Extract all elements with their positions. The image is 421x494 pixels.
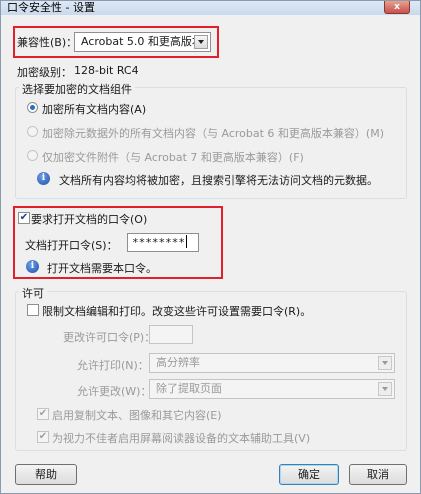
enable-screenreader-label: 为视力不佳者启用屏幕阅读器设备的文本辅助工具(V) xyxy=(52,432,311,445)
components-info-text: 文档所有内容均将被加密，且搜索引擎将无法访问文档的元数据。 xyxy=(59,174,378,187)
require-open-password-label: 要求打开文档的口令(O) xyxy=(31,213,148,226)
permissions-group-title: 许可 xyxy=(19,285,47,301)
allow-print-select[interactable]: 高分辨率 xyxy=(149,353,395,373)
text-cursor xyxy=(185,235,187,248)
ok-button[interactable]: 确定 xyxy=(279,464,339,485)
restrict-editing-label: 限制文档编辑和打印。改变这些许可设置需要口令(R)。 xyxy=(42,305,312,318)
compatibility-select[interactable]: Acrobat 5.0 和更高版本 xyxy=(74,32,211,52)
open-password-input[interactable]: ******** xyxy=(127,233,199,252)
dialog-window: 口令安全性 - 设置 x 兼容性(B)： Acrobat 5.0 和更高版本 加… xyxy=(0,0,421,494)
open-password-field-label: 文档打开口令(S)： xyxy=(25,239,118,252)
require-open-password-checkbox[interactable]: ✔ xyxy=(18,212,30,224)
info-icon: i xyxy=(37,172,50,185)
chevron-down-icon xyxy=(194,35,208,49)
encrypt-all-radio[interactable] xyxy=(27,102,38,113)
encrypt-all-label: 加密所有文档内容(A) xyxy=(42,103,147,116)
enable-screenreader-checkbox[interactable]: ✔ xyxy=(37,431,49,443)
close-button[interactable]: x xyxy=(384,1,410,14)
help-button[interactable]: 帮助 xyxy=(15,464,77,485)
chevron-down-icon xyxy=(378,356,392,370)
allow-changes-label: 允许更改(W)： xyxy=(77,385,152,398)
encrypt-attachments-label: 仅加密文件附件（与 Acrobat 7 和更高版本兼容）(F) xyxy=(42,151,304,164)
encrypt-except-metadata-label: 加密除元数据外的所有文档内容（与 Acrobat 6 和更高版本兼容）(M) xyxy=(42,127,384,140)
change-permission-password-input[interactable] xyxy=(149,325,193,344)
open-password-info-text: 打开文档需要本口令。 xyxy=(47,262,157,275)
allow-changes-select[interactable]: 除了提取页面 xyxy=(149,379,395,399)
restrict-editing-checkbox[interactable] xyxy=(27,304,39,316)
chevron-down-icon xyxy=(378,382,392,396)
components-group-title: 选择要加密的文档组件 xyxy=(19,81,135,97)
change-permission-password-label: 更改许可口令(P)： xyxy=(63,331,156,344)
encryption-level-value: 128-bit RC4 xyxy=(74,64,139,77)
enable-copy-label: 启用复制文本、图像和其它内容(E) xyxy=(52,409,222,422)
compatibility-selected: Acrobat 5.0 和更高版本 xyxy=(81,35,203,48)
compatibility-label: 兼容性(B)： xyxy=(17,36,78,49)
allow-print-selected: 高分辨率 xyxy=(156,356,200,369)
window-title: 口令安全性 - 设置 xyxy=(7,1,95,14)
allow-print-label: 允许打印(N)： xyxy=(77,359,149,372)
info-icon: i xyxy=(26,260,39,273)
title-bar: 口令安全性 - 设置 x xyxy=(1,1,420,15)
encryption-level-label: 加密级别： xyxy=(17,66,72,79)
cancel-button[interactable]: 取消 xyxy=(349,464,407,485)
allow-changes-selected: 除了提取页面 xyxy=(156,382,222,395)
encrypt-except-metadata-radio[interactable] xyxy=(27,126,38,137)
encrypt-attachments-radio[interactable] xyxy=(27,150,38,161)
open-password-value: ******** xyxy=(132,236,185,249)
enable-copy-checkbox[interactable]: ✔ xyxy=(37,408,49,420)
